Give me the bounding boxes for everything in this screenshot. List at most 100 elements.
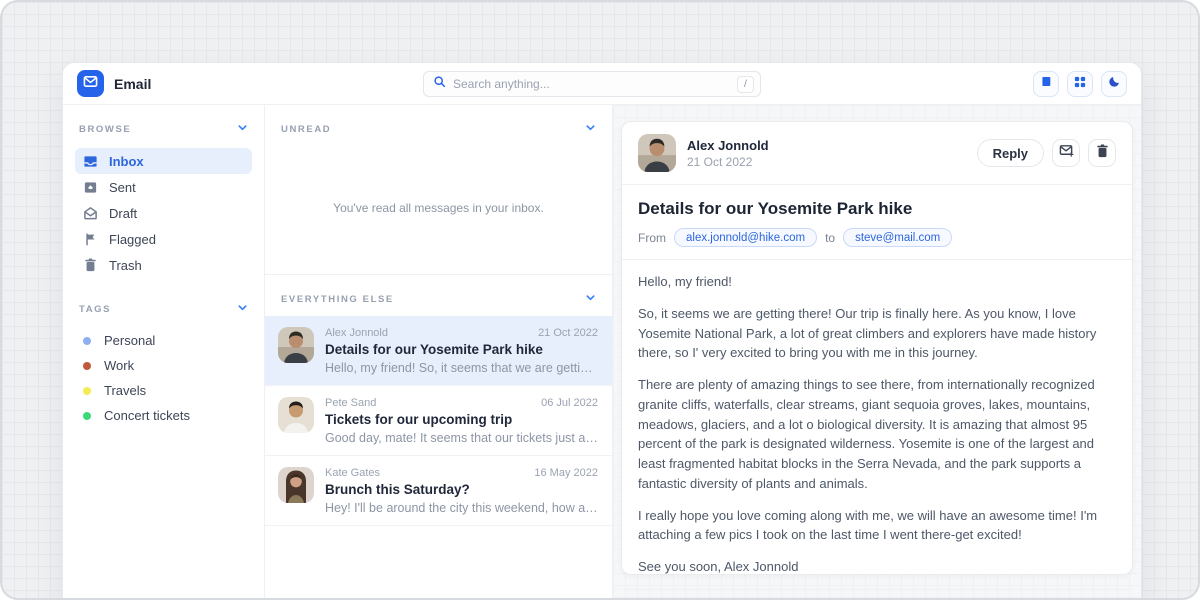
sender-name: Alex Jonnold <box>687 138 769 153</box>
tags-section-header[interactable]: TAGS <box>75 300 252 318</box>
mail-item-date: 06 Jul 2022 <box>541 397 598 409</box>
tag-label: Concert tickets <box>104 408 190 423</box>
tag-item-work[interactable]: Work <box>75 353 252 378</box>
book-icon <box>1040 75 1053 93</box>
search-bar[interactable]: / <box>423 71 761 97</box>
tag-item-travels[interactable]: Travels <box>75 378 252 403</box>
sidebar-item-label: Sent <box>109 180 136 195</box>
mail-item-date: 21 Oct 2022 <box>538 327 598 339</box>
mail-item-preview: Hello, my friend! So, it seems that we a… <box>325 361 598 375</box>
email-paragraph: There are plenty of amazing things to se… <box>638 375 1116 494</box>
unread-empty-message: You've read all messages in your inbox. <box>265 146 612 274</box>
mail-item-subject: Brunch this Saturday? <box>325 482 598 497</box>
mail-item-date: 16 May 2022 <box>534 467 598 479</box>
email-actions: Reply <box>977 139 1116 167</box>
sidebar-item-trash[interactable]: Trash <box>75 252 252 278</box>
delete-button[interactable] <box>1088 139 1116 167</box>
reply-button[interactable]: Reply <box>977 139 1044 167</box>
tag-item-concert-tickets[interactable]: Concert tickets <box>75 403 252 428</box>
tags-section-title: TAGS <box>79 304 111 315</box>
draft-icon <box>83 206 98 221</box>
email-paragraph: So, it seems we are getting there! Our t… <box>638 304 1116 363</box>
from-label: From <box>638 231 666 245</box>
unread-section-header[interactable]: UNREAD <box>265 105 612 146</box>
from-email-chip[interactable]: alex.jonnold@hike.com <box>674 228 817 247</box>
trash-icon <box>1096 144 1109 163</box>
divider <box>622 184 1132 185</box>
topbar-actions <box>1033 71 1127 97</box>
everything-else-header[interactable]: EVERYTHING ELSE <box>265 275 612 316</box>
browse-section-header[interactable]: BROWSE <box>75 120 252 138</box>
email-app-window: Email / <box>62 62 1142 600</box>
tag-color-dot <box>83 387 91 395</box>
avatar <box>278 397 314 433</box>
sidebar-item-inbox[interactable]: Inbox <box>75 148 252 174</box>
topbar: Email / <box>63 63 1141 105</box>
avatar <box>278 467 314 503</box>
tag-label: Personal <box>104 333 155 348</box>
trash-icon <box>83 258 98 272</box>
unread-section-title: UNREAD <box>281 124 331 135</box>
avatar <box>638 134 676 172</box>
tag-color-dot <box>83 337 91 345</box>
email-date: 21 Oct 2022 <box>687 155 769 169</box>
app-title: Email <box>114 76 151 92</box>
email-subject: Details for our Yosemite Park hike <box>638 199 1116 219</box>
sidebar-item-label: Draft <box>109 206 137 221</box>
sidebar-item-sent[interactable]: Sent <box>75 174 252 200</box>
divider <box>622 259 1132 260</box>
search-icon <box>433 75 446 93</box>
mail-item-preview: Good day, mate! It seems that our ticket… <box>325 431 598 445</box>
mail-item-sender: Pete Sand <box>325 397 376 409</box>
message-list: UNREAD You've read all messages in your … <box>265 105 613 600</box>
mail-list-item-pete[interactable]: Pete Sand 06 Jul 2022 Tickets for our up… <box>265 386 612 456</box>
to-email-chip[interactable]: steve@mail.com <box>843 228 952 247</box>
search-input[interactable] <box>453 77 737 91</box>
mail-list-item-kate[interactable]: Kate Gates 16 May 2022 Brunch this Satur… <box>265 456 612 526</box>
email-body: Hello, my friend! So, it seems we are ge… <box>638 272 1116 577</box>
mail-item-subject: Details for our Yosemite Park hike <box>325 342 598 357</box>
chevron-down-icon[interactable] <box>585 120 596 138</box>
sidebar-item-label: Inbox <box>109 154 144 169</box>
search-shortcut-key: / <box>737 76 754 93</box>
chevron-down-icon[interactable] <box>237 300 248 318</box>
mail-list-item-alex[interactable]: Alex Jonnold 21 Oct 2022 Details for our… <box>265 316 612 386</box>
email-paragraph: I really hope you love coming along with… <box>638 506 1116 546</box>
email-paragraph: See you soon, Alex Jonnold <box>638 557 1116 577</box>
tag-item-personal[interactable]: Personal <box>75 328 252 353</box>
dark-mode-button[interactable] <box>1101 71 1127 97</box>
mail-item-preview: Hey! I'll be around the city this weeken… <box>325 501 598 515</box>
browse-section-title: BROWSE <box>79 124 131 135</box>
to-label: to <box>825 231 835 245</box>
address-row: From alex.jonnold@hike.com to steve@mail… <box>638 228 1116 247</box>
grid-icon <box>1074 75 1086 93</box>
envelope-plus-icon <box>1059 143 1074 163</box>
sidebar-item-label: Flagged <box>109 232 156 247</box>
chevron-down-icon[interactable] <box>237 120 248 138</box>
sidebar-item-draft[interactable]: Draft <box>75 200 252 226</box>
sidebar-item-label: Trash <box>109 258 142 273</box>
mark-unread-button[interactable] <box>1052 139 1080 167</box>
mail-item-sender: Kate Gates <box>325 467 380 479</box>
sidebar-item-flagged[interactable]: Flagged <box>75 226 252 252</box>
unread-section: UNREAD You've read all messages in your … <box>265 105 612 275</box>
addressbook-button[interactable] <box>1033 71 1059 97</box>
tag-color-dot <box>83 412 91 420</box>
avatar <box>278 327 314 363</box>
envelope-icon <box>83 74 98 94</box>
everything-else-title: EVERYTHING ELSE <box>281 294 394 305</box>
app-logo <box>77 70 104 97</box>
mail-item-sender: Alex Jonnold <box>325 327 388 339</box>
divider <box>622 589 1132 590</box>
tag-color-dot <box>83 362 91 370</box>
tag-label: Travels <box>104 383 146 398</box>
tag-label: Work <box>104 358 134 373</box>
desktop-background: Email / <box>0 0 1200 600</box>
moon-icon <box>1108 75 1121 93</box>
sent-icon <box>83 180 98 195</box>
chevron-down-icon[interactable] <box>585 290 596 308</box>
apps-button[interactable] <box>1067 71 1093 97</box>
email-header: Alex Jonnold 21 Oct 2022 Reply <box>638 134 1116 172</box>
open-email-card: Alex Jonnold 21 Oct 2022 Reply <box>621 121 1133 575</box>
mail-item-subject: Tickets for our upcoming trip <box>325 412 598 427</box>
